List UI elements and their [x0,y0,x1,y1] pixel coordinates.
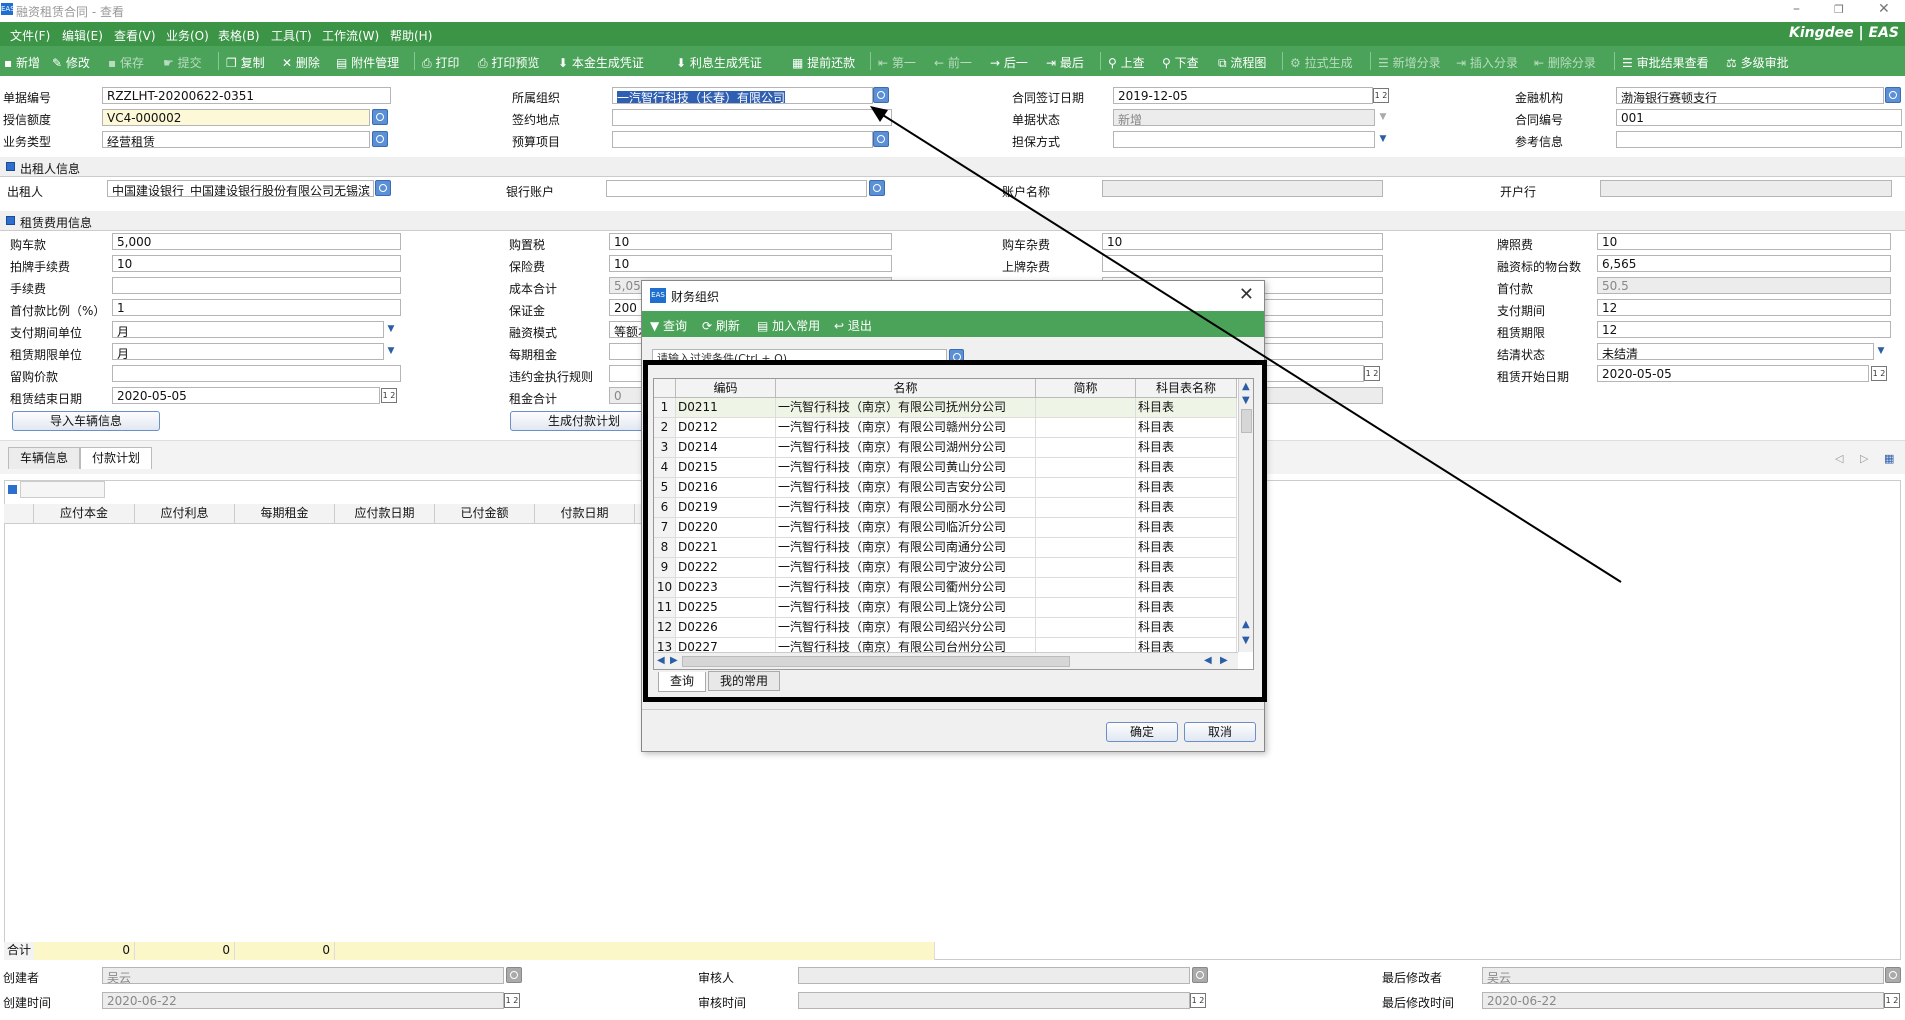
annotation-arrow [870,106,1622,583]
